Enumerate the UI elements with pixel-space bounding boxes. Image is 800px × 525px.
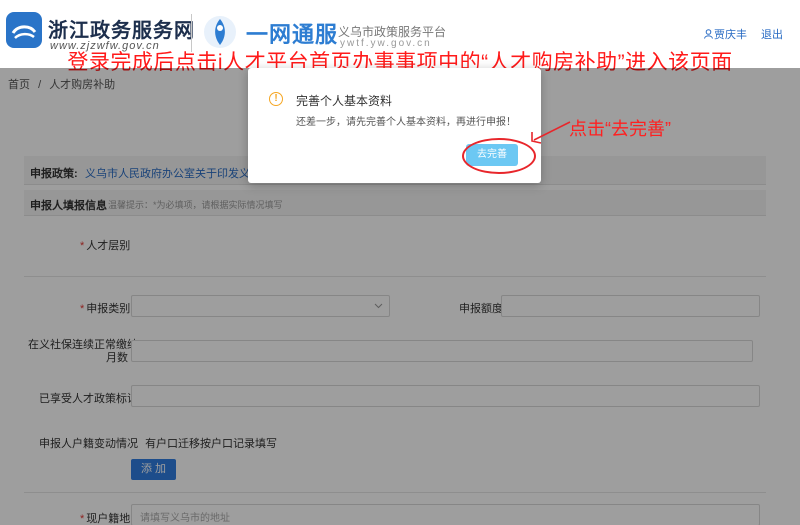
- service-title: 一网通服: [246, 22, 339, 47]
- user-name: 贾庆丰: [714, 29, 747, 41]
- dialog-title: 完善个人基本资料: [296, 94, 393, 108]
- warning-icon: !: [269, 92, 283, 106]
- user-menu[interactable]: 贾庆丰: [704, 26, 747, 42]
- ywtf-logo-icon: [204, 16, 236, 48]
- logout-link[interactable]: 退出: [761, 26, 783, 42]
- zjzwfw-logo-icon: [11, 25, 37, 39]
- zjzwfw-logo: [6, 12, 42, 48]
- annotation-callout: 点击“去完善”: [569, 119, 671, 139]
- dialog-message: 还差一步，请先完善个人基本资料，再进行申报！: [296, 117, 516, 128]
- user-icon: [704, 29, 713, 39]
- portal-title: 浙江政务服务网: [48, 20, 195, 42]
